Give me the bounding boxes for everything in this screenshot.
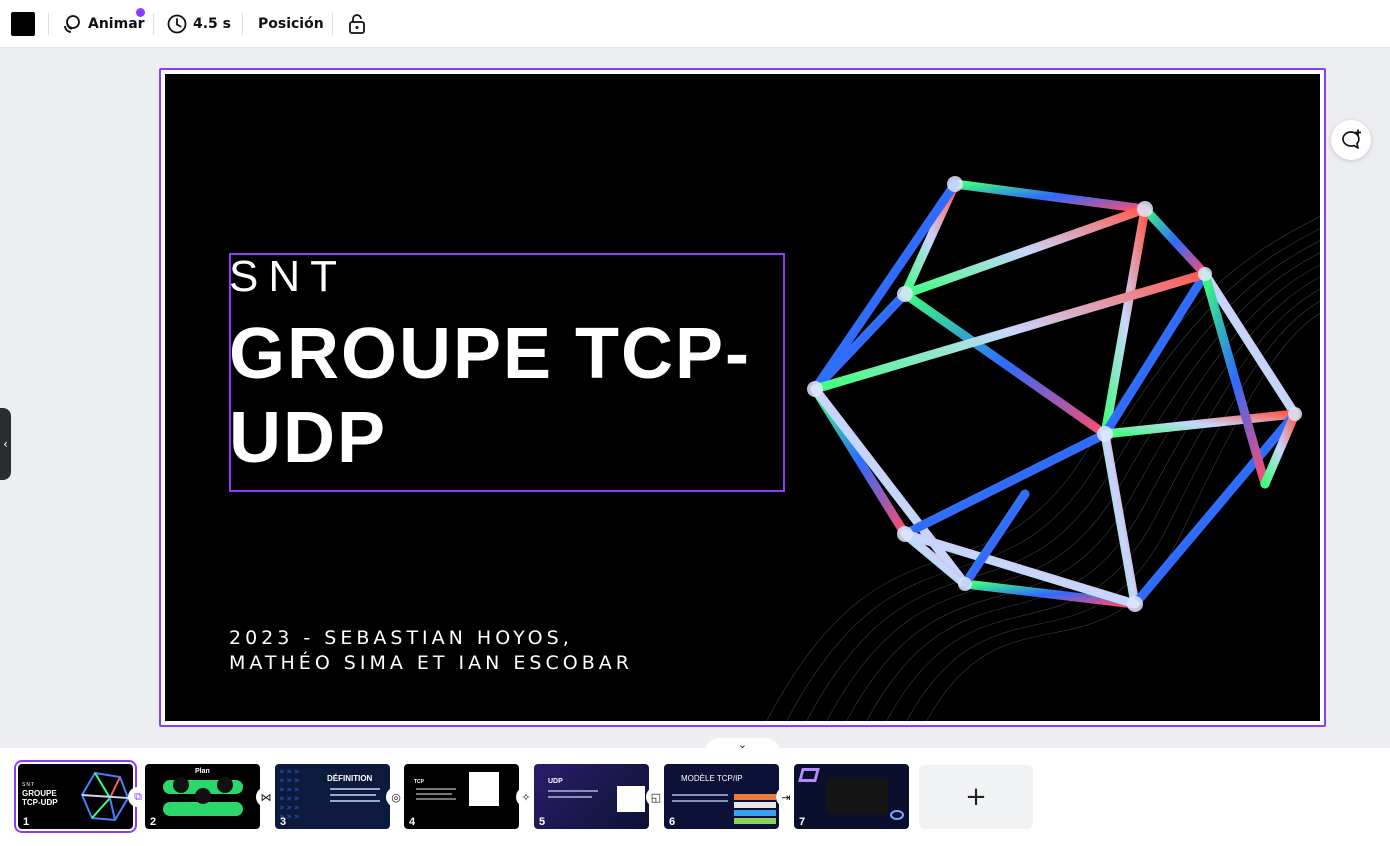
chevron-left-icon: ‹ xyxy=(3,437,8,451)
thumb-text-line xyxy=(416,798,456,800)
transition-icon: ⋈ xyxy=(260,790,272,804)
thumb-shape xyxy=(217,777,233,793)
thumb-title: DÉFINITION xyxy=(327,774,373,783)
thumb-shape xyxy=(734,818,776,824)
slide-thumb-1[interactable]: SNT GROUPE TCP-UDP 1 xyxy=(14,760,137,833)
thumb-shape xyxy=(163,802,243,816)
slide-thumb-7[interactable]: 7 xyxy=(794,764,909,829)
thumb-shape xyxy=(173,777,189,793)
editor-toolbar: Animar 4.5 s Posición xyxy=(0,0,1390,48)
thumb-text-line xyxy=(416,788,456,790)
divider xyxy=(332,13,333,35)
thumb-title: TCP xyxy=(414,779,424,785)
plus-icon: + xyxy=(965,782,987,812)
thumb-number: 4 xyxy=(409,816,416,828)
authors-line-2: MATHÉO SIMA ET IAN ESCOBAR xyxy=(229,652,633,674)
lock-icon xyxy=(349,14,365,34)
thumb-shape xyxy=(195,788,211,804)
position-label: Posición xyxy=(258,16,324,32)
thumb-shape xyxy=(734,794,776,800)
duration-label: 4.5 s xyxy=(193,16,232,32)
transition-icon: ⇥ xyxy=(781,790,791,804)
thumb-number: 6 xyxy=(669,816,676,828)
thumb-icosahedron xyxy=(80,771,130,822)
clock-icon xyxy=(167,14,187,34)
thumb-text-line xyxy=(548,790,598,792)
transition-icon: ✧ xyxy=(521,790,531,804)
side-panel-toggle[interactable]: ‹ xyxy=(0,408,11,480)
slide-frame[interactable]: SNT GROUPE TCP-UDP 2023 - SEBASTIAN HOYO… xyxy=(159,68,1326,727)
slide-thumb-3[interactable]: »»»»»»»»»»»»»»»»»» DÉFINITION 3 xyxy=(275,764,390,829)
thumb-text-line xyxy=(330,788,380,790)
transition-icon: ◱ xyxy=(650,790,662,804)
slide-thumb-6[interactable]: MODÈLE TCP/IP 6 xyxy=(664,764,779,829)
thumb-number: 3 xyxy=(280,816,287,828)
lock-button[interactable] xyxy=(347,8,367,40)
authors-line-1: 2023 - SEBASTIAN HOYOS, xyxy=(229,627,573,649)
icosahedron-graphic xyxy=(807,176,1302,612)
thumb-title: GROUPE TCP-UDP xyxy=(22,789,58,807)
thumb-title: Plan xyxy=(195,768,210,775)
thumb-text-line xyxy=(548,796,592,798)
slide-thumb-2[interactable]: Plan 2 xyxy=(145,764,260,829)
transition-button[interactable]: ◎ xyxy=(386,787,406,807)
position-button[interactable]: Posición xyxy=(258,8,324,40)
transition-button[interactable]: ⋈ xyxy=(256,787,276,807)
thumb-shape xyxy=(734,802,776,808)
animate-label: Animar xyxy=(88,16,145,32)
divider xyxy=(153,13,154,35)
thumb-title: UDP xyxy=(548,778,563,785)
thumb-shape xyxy=(734,810,776,816)
thumb-number: 1 xyxy=(23,816,30,828)
slide-thumb-5[interactable]: UDP 5 xyxy=(534,764,649,829)
thumb-text-line xyxy=(416,793,452,795)
divider xyxy=(48,13,49,35)
slide-filmstrip: SNT GROUPE TCP-UDP 1 ⧉ Plan 2 ⋈ »»»»»» »… xyxy=(0,748,1390,846)
thumb-text-line xyxy=(672,794,728,796)
slide-thumb-4[interactable]: TCP 4 xyxy=(404,764,519,829)
thumb-text-line xyxy=(330,800,380,802)
transition-button[interactable]: ✧ xyxy=(516,787,536,807)
comment-add-icon xyxy=(1342,129,1361,149)
transition-icon: ⧉ xyxy=(134,790,142,803)
transition-button[interactable]: ⇥ xyxy=(776,787,796,807)
add-slide-button[interactable]: + xyxy=(919,765,1033,829)
canvas-stage: SNT GROUPE TCP-UDP 2023 - SEBASTIAN HOYO… xyxy=(0,48,1390,748)
thumb-image xyxy=(617,786,645,812)
thumb-text-line xyxy=(672,800,728,802)
thumb-title: MODÈLE TCP/IP xyxy=(681,774,743,783)
thumb-number: 7 xyxy=(799,816,806,828)
notification-dot xyxy=(136,8,145,17)
animate-icon xyxy=(64,15,80,33)
duration-button[interactable]: 4.5 s xyxy=(167,8,231,40)
transition-button[interactable]: ◱ xyxy=(646,787,666,807)
animate-button[interactable]: Animar xyxy=(62,8,145,40)
thumb-shape xyxy=(798,768,820,782)
slide-canvas[interactable]: SNT GROUPE TCP-UDP 2023 - SEBASTIAN HOYO… xyxy=(165,74,1320,721)
add-comment-button[interactable] xyxy=(1331,120,1371,160)
thumb-image xyxy=(469,772,499,806)
thumb-shape xyxy=(890,810,904,820)
slide-authors[interactable]: 2023 - SEBASTIAN HOYOS, MATHÉO SIMA ET I… xyxy=(229,626,633,676)
thumb-subtitle: SNT xyxy=(22,782,35,788)
slide-title[interactable]: GROUPE TCP-UDP xyxy=(229,312,789,480)
transition-icon: ◎ xyxy=(391,790,401,804)
color-swatch[interactable] xyxy=(11,12,35,36)
thumb-image xyxy=(826,778,888,814)
thumb-text-line xyxy=(330,794,376,796)
divider xyxy=(242,13,243,35)
thumb-number: 5 xyxy=(539,816,546,828)
thumb-number: 2 xyxy=(150,816,157,828)
slide-subtitle[interactable]: SNT xyxy=(229,252,347,302)
